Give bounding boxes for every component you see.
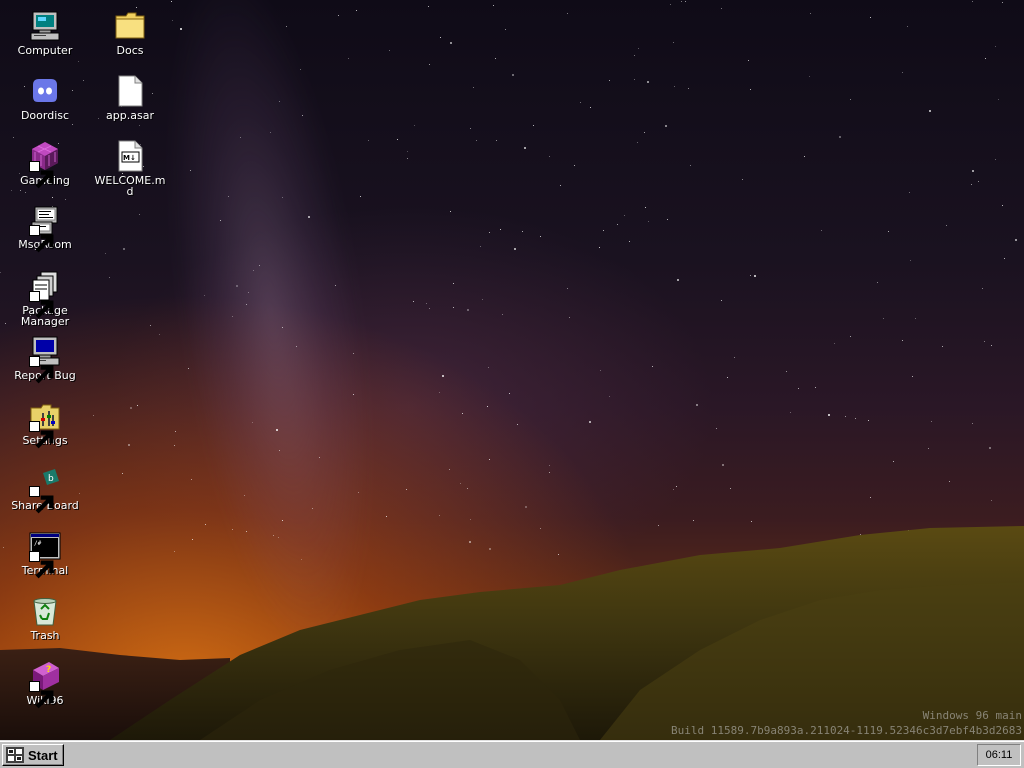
shortcut-arrow-icon [29, 421, 54, 449]
start-button[interactable]: Start [2, 744, 64, 766]
watermark-line-os: Windows 96 main [922, 709, 1022, 722]
game-cube-icon [29, 140, 61, 189]
settings-folder-icon [29, 400, 61, 449]
desktop-icon-wiki96[interactable]: ? Wiki96 [8, 660, 82, 709]
desktop-icon-doordisc[interactable]: Doordisc [8, 75, 82, 121]
message-room-icon [29, 204, 61, 253]
shortcut-arrow-icon [29, 291, 54, 319]
desktop-icon-terminal[interactable]: /# Terminal [8, 530, 82, 579]
desktop-icon-settings[interactable]: Settings [8, 400, 82, 449]
desktop-icon-package-manager[interactable]: Package Manager [8, 270, 82, 327]
file-icon [114, 75, 146, 107]
desktop-icon-label: app.asar [106, 109, 154, 122]
desktop-icon-label: WELCOME.md [94, 174, 166, 198]
shortcut-arrow-icon [29, 486, 54, 514]
shortcut-arrow-icon [29, 681, 54, 709]
clock-time: 06:11 [985, 749, 1013, 761]
desktop-icon-msgroom[interactable]: MsgRoom [8, 204, 82, 253]
computer-icon [29, 10, 61, 42]
package-manager-icon [29, 270, 61, 319]
chat-app-icon [29, 75, 61, 107]
shortcut-arrow-icon [29, 161, 54, 189]
shortcut-arrow-icon [29, 225, 54, 253]
terminal-icon: /# [29, 530, 61, 579]
shortcut-arrow-icon [29, 356, 54, 384]
desktop-icon-gameing[interactable]: Gameing [8, 140, 82, 189]
desktop-icon-label: Docs [116, 44, 144, 57]
desktop-wallpaper[interactable]: Computer Doordisc Gameing MsgRoom Packag… [0, 0, 1024, 740]
svg-text:b: b [48, 474, 54, 484]
shortcut-arrow-icon [29, 551, 54, 579]
markdown-file-icon: M↓ [114, 140, 146, 172]
desktop-icon-computer[interactable]: Computer [8, 10, 82, 56]
desktop-icon-report-bug[interactable]: Report Bug [8, 335, 82, 384]
folder-icon [114, 10, 146, 42]
help-book-icon: ? [29, 660, 61, 709]
desktop-icon-label: Trash [30, 629, 60, 642]
watermark-line-build: Build 11589.7b9a893a.211024-1119.52346c3… [671, 724, 1022, 737]
svg-text:M↓: M↓ [123, 154, 136, 162]
svg-text:?: ? [46, 665, 51, 675]
system-tray-clock[interactable]: 06:11 [977, 744, 1021, 766]
desktop-icon-app-asar[interactable]: app.asar [93, 75, 167, 121]
desktop-icon-label: Doordisc [20, 109, 70, 122]
recycle-bin-icon [29, 595, 61, 627]
desktop-icon-docs[interactable]: Docs [93, 10, 167, 56]
share-board-icon: b [29, 465, 61, 514]
build-watermark: Windows 96 main Build 11589.7b9a893a.211… [671, 708, 1022, 738]
start-logo-icon [6, 747, 24, 763]
svg-text:/#: /# [34, 540, 42, 547]
desktop-icon-share-board[interactable]: b Share Board [8, 465, 82, 514]
desktop-icon-trash[interactable]: Trash [8, 595, 82, 641]
desktop-icon-label: Computer [17, 44, 73, 57]
taskbar: Start 06:11 [0, 740, 1024, 768]
desktop-icon-welcome-md[interactable]: M↓ WELCOME.md [93, 140, 167, 197]
start-label: Start [28, 747, 58, 763]
report-bug-icon [29, 335, 61, 384]
